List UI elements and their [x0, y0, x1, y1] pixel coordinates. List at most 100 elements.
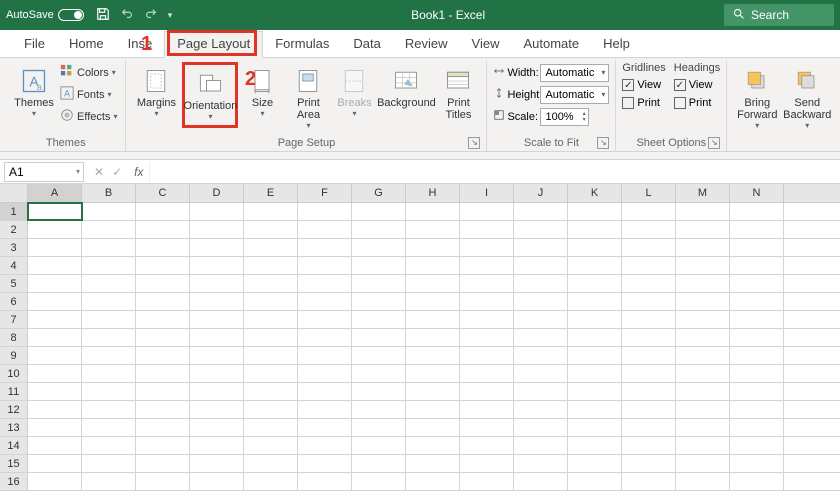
row-header[interactable]: 2: [0, 221, 28, 238]
cell[interactable]: [406, 455, 460, 472]
redo-icon[interactable]: [144, 7, 158, 24]
cancel-icon[interactable]: ✕: [94, 165, 104, 179]
search-box[interactable]: Search: [724, 4, 834, 26]
cell[interactable]: [568, 437, 622, 454]
cell[interactable]: [352, 329, 406, 346]
cell[interactable]: [82, 293, 136, 310]
cell[interactable]: [298, 455, 352, 472]
cell[interactable]: [298, 311, 352, 328]
cell[interactable]: [460, 365, 514, 382]
cell[interactable]: [460, 419, 514, 436]
cell[interactable]: [244, 419, 298, 436]
cell[interactable]: [622, 437, 676, 454]
cell[interactable]: [514, 437, 568, 454]
cell[interactable]: [298, 473, 352, 490]
cell[interactable]: [136, 455, 190, 472]
formula-input[interactable]: [149, 162, 840, 182]
cell[interactable]: [406, 401, 460, 418]
column-header[interactable]: J: [514, 184, 568, 202]
cell[interactable]: [514, 275, 568, 292]
dialog-launcher-icon[interactable]: ↘: [597, 137, 609, 149]
themes-button[interactable]: Aa Themes ▾: [12, 62, 56, 122]
row-header[interactable]: 14: [0, 437, 28, 454]
cell[interactable]: [730, 329, 784, 346]
cell[interactable]: [730, 239, 784, 256]
width-select[interactable]: Automatic: [540, 64, 609, 82]
cell[interactable]: [352, 383, 406, 400]
cell[interactable]: [460, 437, 514, 454]
cell[interactable]: [352, 203, 406, 220]
cell[interactable]: [406, 221, 460, 238]
cell[interactable]: [298, 419, 352, 436]
cell[interactable]: [352, 365, 406, 382]
cell[interactable]: [622, 311, 676, 328]
headings-view-checkbox[interactable]: ✓View: [674, 76, 720, 94]
cell[interactable]: [514, 239, 568, 256]
column-header[interactable]: E: [244, 184, 298, 202]
cell[interactable]: [28, 203, 82, 220]
cell[interactable]: [82, 365, 136, 382]
cell[interactable]: [190, 311, 244, 328]
column-header[interactable]: B: [82, 184, 136, 202]
cell[interactable]: [82, 419, 136, 436]
cell[interactable]: [460, 293, 514, 310]
cell[interactable]: [460, 401, 514, 418]
tab-file[interactable]: File: [12, 32, 57, 57]
cell[interactable]: [28, 383, 82, 400]
cell[interactable]: [568, 275, 622, 292]
send-backward-button[interactable]: Send Backward ▾: [783, 62, 831, 134]
cell[interactable]: [568, 419, 622, 436]
tab-view[interactable]: View: [460, 32, 512, 57]
cell[interactable]: [244, 203, 298, 220]
scale-spinner[interactable]: 100%: [540, 108, 588, 126]
cell[interactable]: [676, 257, 730, 274]
column-header[interactable]: F: [298, 184, 352, 202]
cell[interactable]: [352, 293, 406, 310]
cell[interactable]: [298, 365, 352, 382]
cell[interactable]: [676, 473, 730, 490]
cell[interactable]: [352, 311, 406, 328]
cell[interactable]: [136, 437, 190, 454]
cell[interactable]: [190, 419, 244, 436]
cell[interactable]: [352, 401, 406, 418]
cell[interactable]: [244, 455, 298, 472]
cell[interactable]: [352, 257, 406, 274]
row-header[interactable]: 4: [0, 257, 28, 274]
cell[interactable]: [82, 455, 136, 472]
cell[interactable]: [28, 329, 82, 346]
cell[interactable]: [568, 473, 622, 490]
cell[interactable]: [568, 203, 622, 220]
cell[interactable]: [136, 365, 190, 382]
cell[interactable]: [136, 239, 190, 256]
cell[interactable]: [244, 311, 298, 328]
cell[interactable]: [622, 329, 676, 346]
autosave-toggle[interactable]: AutoSave: [6, 9, 84, 21]
row-header[interactable]: 11: [0, 383, 28, 400]
effects-button[interactable]: Effects▾: [58, 106, 119, 127]
cell[interactable]: [190, 383, 244, 400]
print-titles-button[interactable]: Print Titles: [436, 62, 480, 124]
cell[interactable]: [28, 239, 82, 256]
tab-help[interactable]: Help: [591, 32, 642, 57]
headings-print-checkbox[interactable]: Print: [674, 94, 720, 112]
fx-icon[interactable]: fx: [134, 165, 143, 179]
row-header[interactable]: 12: [0, 401, 28, 418]
cell[interactable]: [136, 203, 190, 220]
row-header[interactable]: 10: [0, 365, 28, 382]
cell[interactable]: [136, 329, 190, 346]
cell[interactable]: [82, 473, 136, 490]
cell[interactable]: [568, 347, 622, 364]
cell[interactable]: [622, 383, 676, 400]
column-header[interactable]: A: [28, 184, 82, 202]
tab-insert[interactable]: Inse: [116, 32, 165, 57]
cell[interactable]: [136, 383, 190, 400]
cell[interactable]: [28, 347, 82, 364]
cell[interactable]: [730, 311, 784, 328]
column-header[interactable]: L: [622, 184, 676, 202]
cell[interactable]: [82, 275, 136, 292]
cell[interactable]: [676, 437, 730, 454]
cell[interactable]: [406, 383, 460, 400]
cell[interactable]: [676, 401, 730, 418]
cell[interactable]: [568, 329, 622, 346]
gridlines-print-checkbox[interactable]: Print: [622, 94, 665, 112]
